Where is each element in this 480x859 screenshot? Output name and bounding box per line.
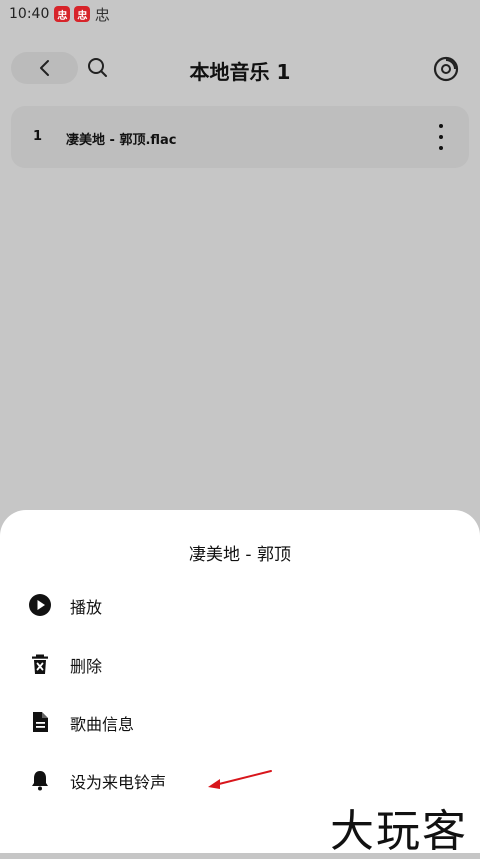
song-index: 1 [33, 129, 43, 144]
back-button[interactable] [11, 52, 78, 84]
now-playing-button[interactable] [432, 55, 460, 83]
trash-icon [32, 654, 48, 674]
top-app-bar: 本地音乐 1 [0, 50, 480, 88]
list-item[interactable]: 1 凄美地 - 郭顶.flac [11, 106, 469, 168]
disc-icon [433, 56, 459, 82]
app-notification-icon: 忠 [94, 5, 110, 24]
search-button[interactable] [86, 56, 110, 80]
menu-item-label: 播放 [70, 598, 103, 617]
sheet-title: 凄美地 - 郭顶 [189, 545, 291, 565]
watermark-logo: 大玩客 [330, 806, 468, 857]
play-icon [29, 594, 51, 616]
menu-item-label: 设为来电铃声 [70, 773, 167, 792]
file-icon [33, 712, 48, 732]
annotation-arrow-icon [208, 770, 272, 789]
menu-item-label: 歌曲信息 [70, 715, 135, 734]
chevron-left-icon [39, 60, 49, 76]
search-icon [88, 58, 107, 77]
status-time: 10:40 [9, 6, 50, 22]
menu-item-play[interactable]: 播放 [0, 580, 480, 630]
menu-item-song-info[interactable]: 歌曲信息 [0, 697, 480, 747]
bell-icon [32, 771, 48, 791]
menu-item-label: 删除 [70, 657, 103, 676]
page-title: 本地音乐 1 [189, 60, 291, 84]
status-bar: 10:40 忠 忠 忠 [0, 0, 480, 28]
app-notification-icon: 忠 [74, 6, 91, 22]
app-notification-icon: 忠 [54, 6, 71, 22]
song-title: 凄美地 - 郭顶.flac [66, 133, 177, 148]
more-options-button[interactable] [431, 124, 451, 150]
menu-item-delete[interactable]: 删除 [0, 639, 480, 689]
more-vert-icon [439, 124, 443, 128]
